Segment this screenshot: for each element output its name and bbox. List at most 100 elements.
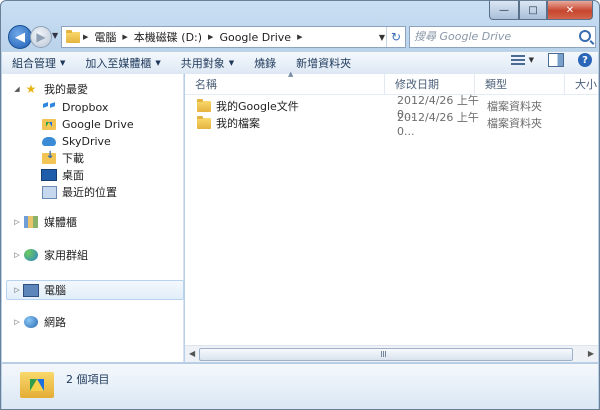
preview-pane-icon[interactable]: [548, 53, 564, 67]
address-row: ◀ ▶ ▼ ▶ 電腦 ▶ 本機磁碟 (D:) ▶ Google Drive ▶ …: [1, 25, 599, 49]
column-header-type[interactable]: 類型: [475, 74, 565, 94]
change-view-icon[interactable]: [510, 55, 525, 65]
file-date: 2012/4/26 上午 0...: [397, 110, 479, 138]
table-row[interactable]: 我的Google文件 2012/4/26 上午 0... 檔案資料夾: [197, 94, 577, 121]
chevron-right-icon[interactable]: ▶: [119, 33, 130, 41]
horizontal-scrollbar[interactable]: ◀ ▶: [185, 345, 598, 362]
column-header-name[interactable]: 名稱: [185, 74, 385, 94]
breadcrumb-local-disk[interactable]: 本機磁碟 (D:): [131, 29, 205, 45]
chevron-right-icon[interactable]: ▶: [205, 33, 216, 41]
address-bar[interactable]: ▶ 電腦 ▶ 本機磁碟 (D:) ▶ Google Drive ▶ ▼ ↻: [61, 26, 406, 48]
address-dropdown[interactable]: ▼: [379, 33, 385, 42]
nav-item-label: SkyDrive: [62, 134, 111, 148]
scroll-left-icon[interactable]: ◀: [189, 349, 195, 358]
nav-item-label: Dropbox: [62, 100, 109, 114]
collapsed-icon[interactable]: ▷: [11, 286, 23, 294]
skydrive-icon: [41, 134, 57, 148]
view-controls: ▼ ?: [510, 53, 592, 67]
sort-ascending-icon: ▲: [288, 70, 294, 78]
help-icon[interactable]: ?: [578, 53, 592, 67]
breadcrumb-computer[interactable]: 電腦: [91, 29, 119, 45]
nav-item-recent-places[interactable]: 最近的位置: [2, 183, 117, 201]
arrow-right-icon: ▶: [36, 30, 46, 44]
desktop-icon: [41, 168, 57, 182]
recent-places-icon: [41, 185, 57, 199]
search-input[interactable]: [410, 27, 578, 45]
nav-computer[interactable]: ▷ 電腦: [6, 280, 184, 300]
include-in-library-button[interactable]: 加入至媒體櫃 ▼: [75, 53, 170, 73]
organize-button[interactable]: 組合管理 ▼: [2, 53, 75, 73]
collapsed-icon[interactable]: ▷: [11, 218, 23, 226]
recent-pages-dropdown[interactable]: ▼: [52, 31, 58, 40]
expanded-icon[interactable]: ◢: [11, 85, 23, 93]
item-count: 2 個項目: [66, 373, 110, 386]
downloads-folder-icon: [41, 150, 57, 165]
column-header-size[interactable]: 大小: [565, 74, 598, 94]
scrollbar-thumb[interactable]: [199, 348, 573, 361]
burn-button[interactable]: 燒錄: [244, 53, 286, 73]
explorer-window: — □ ✕ ◀ ▶ ▼ ▶ 電腦 ▶ 本機磁碟 (D:) ▶ Google Dr…: [0, 0, 600, 410]
file-name: 我的Google文件: [216, 100, 299, 113]
nav-network[interactable]: ▷ 網路: [2, 313, 66, 331]
forward-button[interactable]: ▶: [30, 26, 52, 48]
homegroup-icon: [23, 248, 39, 262]
column-header-row: ▲ 名稱 修改日期 類型 大小: [185, 70, 598, 95]
nav-homegroup-label: 家用群組: [44, 249, 88, 262]
nav-item-label: 下載: [62, 152, 84, 165]
collapsed-icon[interactable]: ▷: [11, 251, 23, 259]
file-name: 我的檔案: [216, 117, 260, 130]
nav-computer-label: 電腦: [44, 284, 66, 297]
google-drive-folder-icon: [20, 372, 54, 398]
star-icon: ★: [25, 82, 37, 96]
dropdown-arrow-icon: ▼: [60, 59, 66, 67]
nav-item-google-drive[interactable]: Google Drive: [2, 115, 134, 133]
share-with-button[interactable]: 共用對象 ▼: [171, 53, 244, 73]
grip-icon: [381, 351, 387, 357]
search-icon[interactable]: [579, 30, 591, 42]
details-pane: 2 個項目: [2, 363, 598, 409]
minimize-button[interactable]: —: [489, 1, 519, 20]
table-row[interactable]: 我的檔案 2012/4/26 上午 0... 檔案資料夾: [197, 111, 577, 138]
network-icon: [23, 315, 39, 329]
nav-libraries[interactable]: ▷ 媒體櫃: [2, 213, 77, 231]
nav-item-label: Google Drive: [62, 117, 134, 131]
dropbox-icon: [41, 100, 57, 114]
nav-libraries-label: 媒體櫃: [44, 216, 77, 229]
folder-icon: [197, 98, 211, 112]
nav-item-desktop[interactable]: 桌面: [2, 166, 84, 184]
command-bar: 組合管理 ▼ 加入至媒體櫃 ▼ 共用對象 ▼ 燒錄 新增資料夾 ▼ ?: [2, 51, 598, 75]
search-box: [409, 26, 596, 48]
nav-item-label: 桌面: [62, 169, 84, 182]
file-type: 檔案資料夾: [487, 117, 542, 130]
nav-favorites-label: 我的最愛: [44, 83, 88, 96]
back-button[interactable]: ◀: [8, 25, 32, 49]
scroll-right-icon[interactable]: ▶: [588, 349, 594, 358]
breadcrumb-google-drive[interactable]: Google Drive: [216, 31, 294, 44]
chevron-right-icon[interactable]: ▶: [294, 33, 305, 41]
nav-homegroup[interactable]: ▷ 家用群組: [2, 246, 88, 264]
file-type: 檔案資料夾: [487, 100, 542, 113]
arrow-left-icon: ◀: [15, 29, 25, 45]
google-drive-icon: [41, 117, 57, 131]
refresh-button[interactable]: ↻: [386, 27, 405, 47]
include-in-library-label: 加入至媒體櫃: [85, 57, 152, 70]
caption-buttons: — □ ✕: [489, 1, 593, 20]
dropdown-arrow-icon: ▼: [155, 59, 161, 67]
nav-favorites[interactable]: ◢ ★ 我的最愛: [2, 80, 88, 98]
close-button[interactable]: ✕: [547, 1, 593, 20]
chevron-right-icon[interactable]: ▶: [80, 33, 91, 41]
nav-item-dropbox[interactable]: Dropbox: [2, 98, 108, 116]
refresh-icon: ↻: [390, 30, 402, 44]
folder-icon: [197, 115, 211, 129]
collapsed-icon[interactable]: ▷: [11, 318, 23, 326]
nav-item-downloads[interactable]: 下載: [2, 149, 84, 167]
nav-item-label: 最近的位置: [62, 186, 117, 199]
computer-icon: [23, 283, 39, 297]
view-options-arrow-icon[interactable]: ▼: [529, 56, 534, 64]
new-folder-button[interactable]: 新增資料夾: [286, 53, 361, 73]
dropdown-arrow-icon: ▼: [228, 59, 235, 67]
nav-item-skydrive[interactable]: SkyDrive: [2, 132, 111, 150]
nav-network-label: 網路: [44, 316, 66, 329]
folder-icon: [66, 29, 80, 43]
maximize-button[interactable]: □: [519, 1, 547, 20]
